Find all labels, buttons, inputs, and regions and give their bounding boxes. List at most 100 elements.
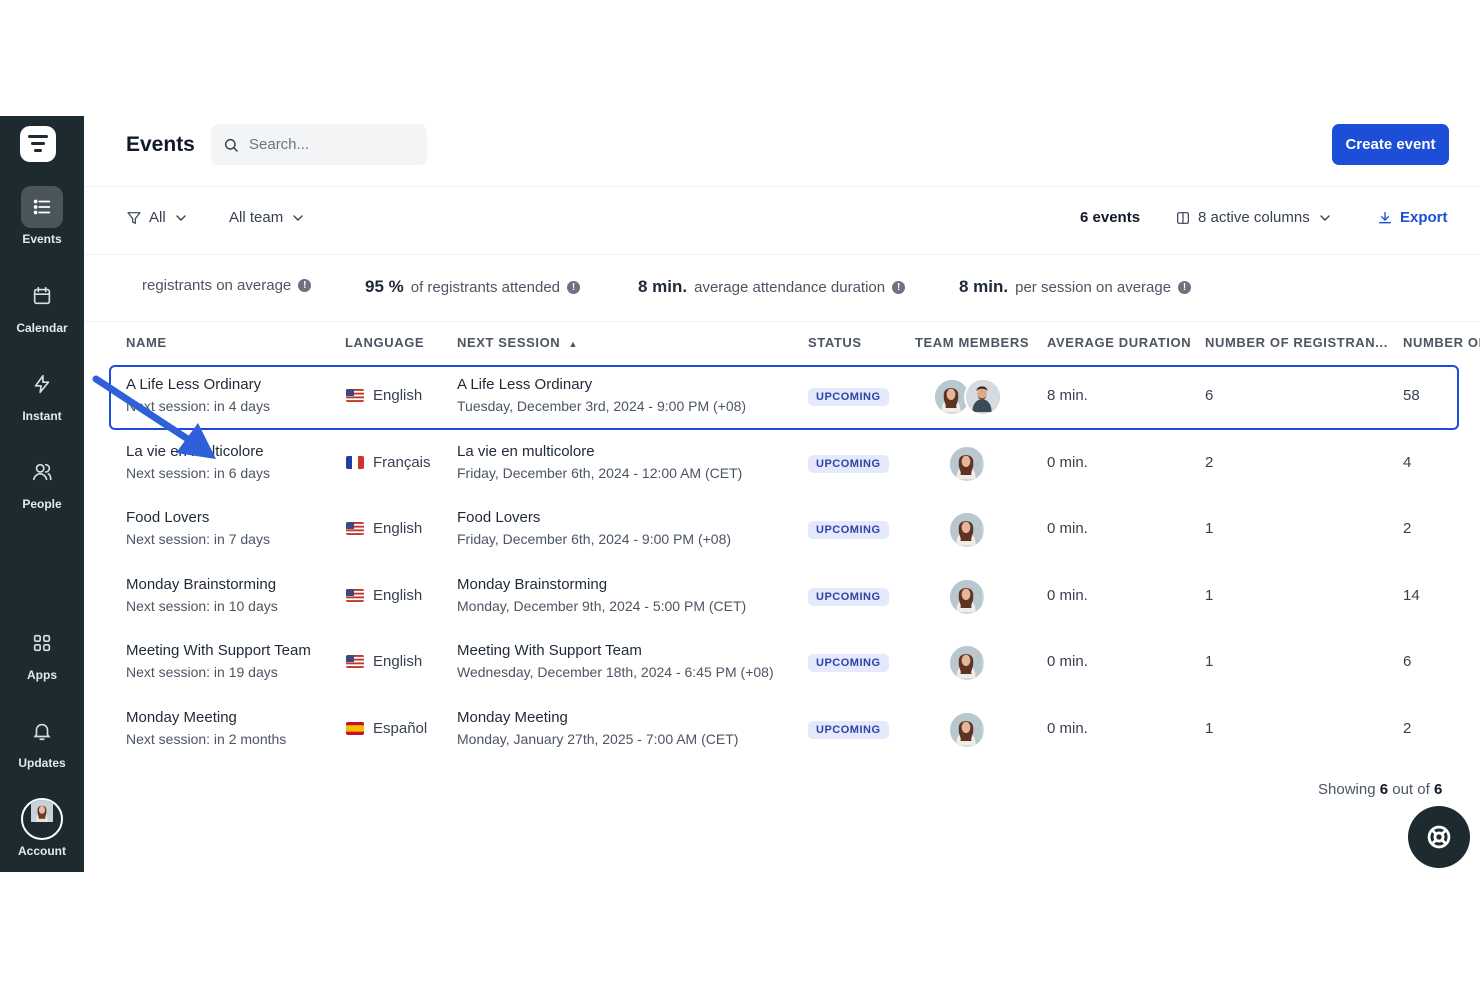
column-header-next-session[interactable]: NEXT SESSION ▲ [457,335,578,350]
number-of-value: 6 [1403,653,1412,670]
filter-bar: All All team 6 events 8 active columns E… [84,187,1480,255]
avatar[interactable] [948,511,986,549]
table-row[interactable]: Monday Meeting Next session: in 2 months E… [84,697,1480,763]
sidebar-item-apps[interactable]: Apps [0,622,84,682]
event-name-cell[interactable]: Meeting With Support Team Next session: i… [126,642,311,680]
sidebar-item-events[interactable]: Events [0,186,84,246]
language-label: English [373,520,423,537]
sidebar-item-instant[interactable]: Instant [0,363,84,423]
table-header: NAME LANGUAGE NEXT SESSION ▲ STATUS TEAM… [84,322,1480,364]
search-box[interactable] [211,124,427,165]
session-title: Food Lovers [457,509,541,526]
sidebar-item-account[interactable]: Account [0,798,84,858]
table-row[interactable]: La vie en multicoloreNext session: in 6 … [84,431,1480,497]
event-next-session-hint: Next session: in 19 days [126,664,278,680]
registrants-count: 1 [1205,586,1214,604]
team-filter-dropdown[interactable]: All team [229,209,306,226]
stat-attended: 95 % of registrants attended ! [365,277,581,297]
table-row[interactable]: Meeting With Support Team Next session: i… [84,630,1480,696]
session-title: Monday Meeting [457,708,568,726]
column-header-name[interactable]: NAME [126,335,167,350]
info-icon[interactable]: ! [567,280,581,294]
type-filter-dropdown[interactable]: All [126,209,189,226]
event-name-cell[interactable]: Food Lovers Next session: in 7 days [126,509,270,547]
avatar[interactable] [948,644,986,682]
column-header-registrants[interactable]: NUMBER OF REGISTRAN... [1205,335,1388,350]
team-members-cell [948,444,986,483]
session-date: Friday, December 6th, 2024 - 12:00 AM (C… [457,464,743,481]
stat-label: average attendance duration [694,278,886,296]
column-header-status[interactable]: STATUS [808,335,862,350]
event-name[interactable]: Monday Meeting [126,709,286,726]
help-button[interactable] [1408,806,1470,868]
filter-icon [127,211,141,224]
language-cell: English [346,520,422,537]
column-header-team-members[interactable]: TEAM MEMBERS [915,335,1029,350]
team-members-cell [948,577,986,616]
event-name[interactable]: Meeting With Support Team [126,642,311,659]
sidebar-label-people: People [22,497,62,511]
next-session-cell: Monday Brainstorming Monday, December 9th… [457,576,746,614]
column-header-number-of[interactable]: NUMBER OF [1403,335,1480,350]
app-logo[interactable] [20,126,56,162]
account-avatar [21,798,63,840]
status-badge: UPCOMING [808,720,889,739]
event-name[interactable]: Monday Brainstorming [126,576,278,593]
chevron-down-icon [176,214,186,221]
stat-attendance-duration: 8 min. average attendance duration ! [638,277,906,297]
chevron-down-icon [1320,214,1330,221]
column-header-language[interactable]: LANGUAGE [345,335,424,350]
number-of-value: 2 [1403,719,1412,737]
download-icon [1379,211,1391,223]
stat-value: 95 % [365,277,404,296]
next-session-cell: Monday Meeting Monday, January 27th, 2025… [457,709,738,747]
registrants-count: 2 [1205,453,1214,471]
calendar-icon [21,275,63,317]
stat-registrants-average: registrants on average ! [142,277,312,294]
event-name-cell[interactable]: Monday Brainstorming Next session: in 10 … [126,576,278,614]
status-badge: UPCOMING [808,454,889,473]
event-name[interactable]: Food Lovers [126,509,270,526]
event-name-cell[interactable]: Monday Meeting Next session: in 2 months [126,709,286,747]
sidebar-item-calendar[interactable]: Calendar [0,275,84,335]
footer-out-of: out of [1392,781,1430,798]
footer-showing: Showing [1318,781,1376,798]
type-filter-label: All [149,209,166,226]
avatar[interactable] [948,444,986,483]
average-duration: 0 min. [1047,719,1088,737]
footer-shown-count: 6 [1379,781,1389,798]
stat-per-session: 8 min. per session on average ! [959,277,1192,297]
average-duration: 0 min. [1047,453,1088,471]
columns-dropdown[interactable]: 8 active columns [1175,209,1333,226]
search-input[interactable] [247,135,421,154]
info-icon[interactable]: ! [892,280,906,294]
info-icon[interactable]: ! [298,279,312,292]
flag-us-icon [346,588,364,602]
info-icon[interactable]: ! [1178,280,1192,294]
export-button[interactable]: Export [1377,209,1448,226]
stat-label: registrants on average [142,277,292,294]
events-count: 6 events [1080,209,1141,226]
registrants-count: 1 [1205,653,1214,670]
registrants-count: 1 [1205,520,1214,537]
team-members-cell [948,644,986,682]
next-session-cell: La vie en multicolore Friday, December 6t… [457,443,742,481]
column-header-next-session-label: NEXT SESSION [457,335,561,350]
status-badge: UPCOMING [808,521,889,539]
annotation-arrow-icon [92,375,216,459]
table-row[interactable]: Monday Brainstorming Next session: in 10 … [84,564,1480,630]
lightning-icon [21,363,63,405]
create-event-button[interactable]: Create event [1332,124,1449,165]
registrants-count: 1 [1205,719,1214,737]
session-title: La vie en multicolore [457,442,595,460]
next-session-cell: Meeting With Support Team Wednesday, Dece… [457,642,774,680]
sidebar-label-updates: Updates [18,756,66,770]
avatar[interactable] [948,577,986,616]
sidebar-item-updates[interactable]: Updates [0,710,84,770]
language-label: Français [373,453,431,471]
column-header-average-duration[interactable]: AVERAGE DURATION [1047,335,1191,350]
table-row[interactable]: Food Lovers Next session: in 7 days Englis… [84,497,1480,563]
sidebar-item-people[interactable]: People [0,451,84,511]
avatar[interactable] [948,710,986,749]
flag-es-icon [346,721,364,735]
